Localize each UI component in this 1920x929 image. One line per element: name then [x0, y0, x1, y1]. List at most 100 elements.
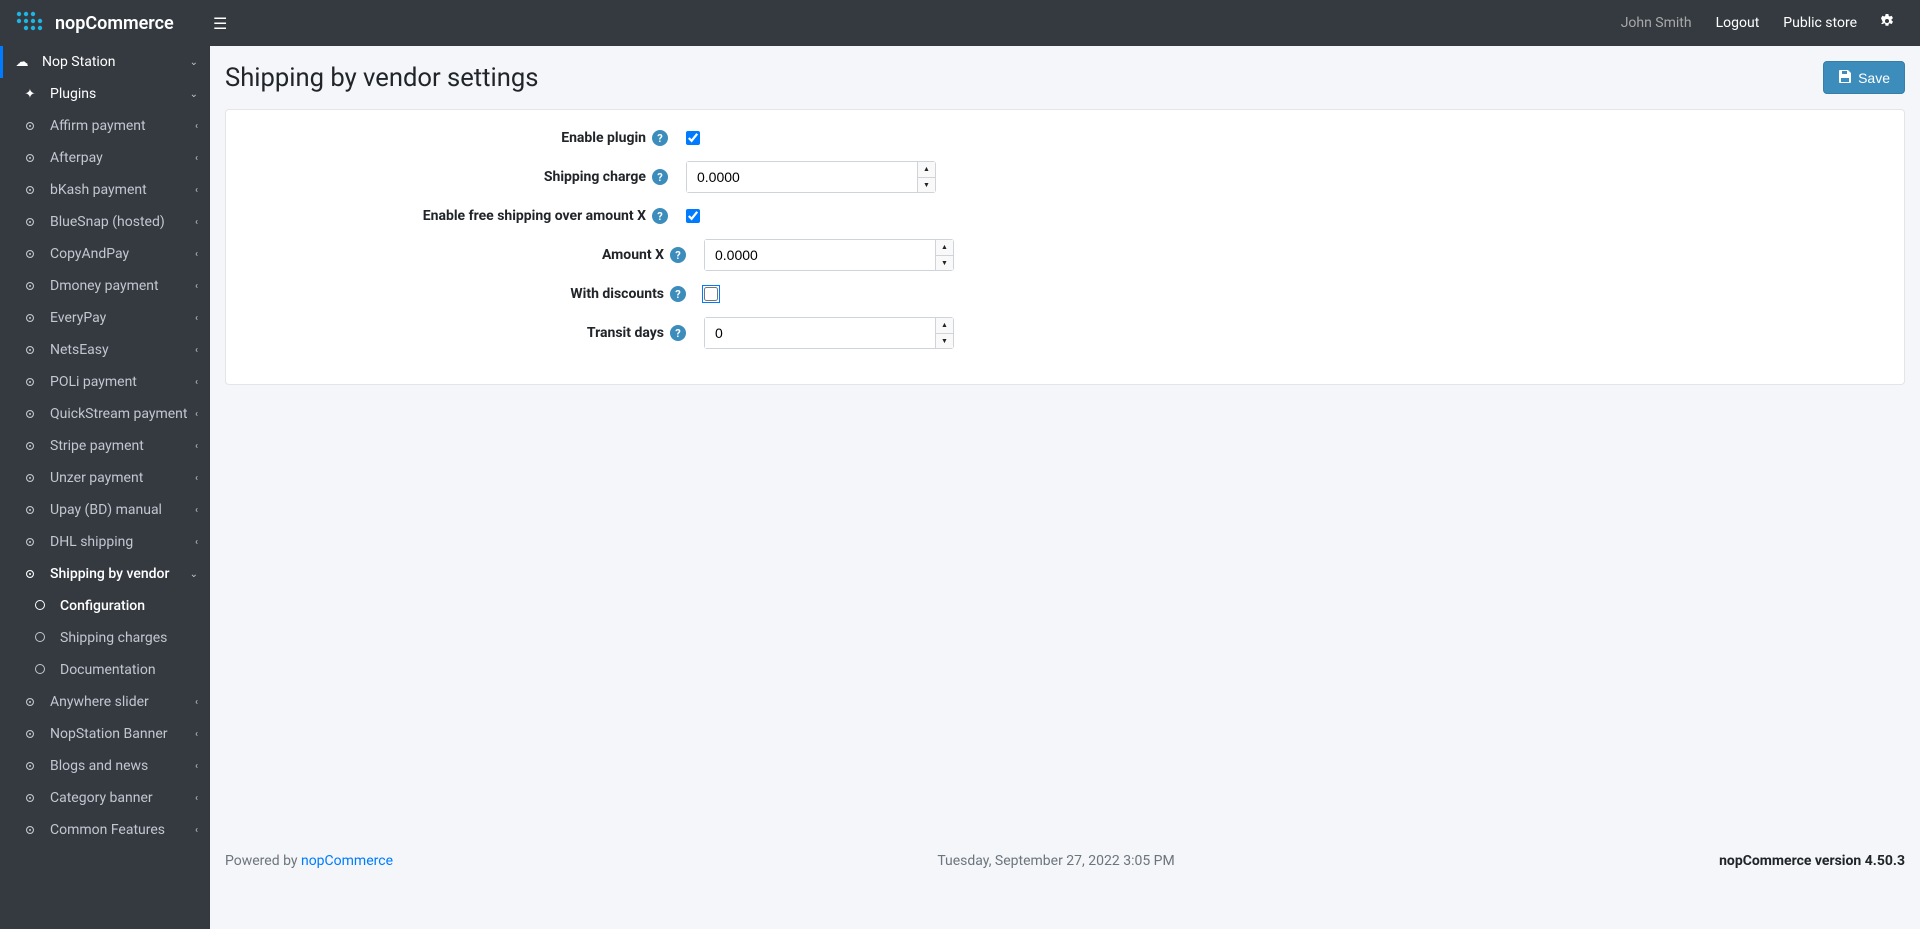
sidebar-item-label: Shipping charges — [60, 630, 198, 646]
sidebar-item-label: Plugins — [50, 86, 190, 102]
sidebar-item-label: Shipping by vendor — [50, 566, 190, 582]
sidebar-plugin-item[interactable]: QuickStream payment‹ — [0, 398, 210, 430]
sidebar-plugin-item[interactable]: Category banner‹ — [0, 782, 210, 814]
sidebar-plugin-item[interactable]: CopyAndPay‹ — [0, 238, 210, 270]
spin-down-icon[interactable]: ▼ — [918, 178, 935, 193]
chevron-left-icon: ‹ — [195, 473, 198, 484]
sidebar-plugin-item[interactable]: Affirm payment‹ — [0, 110, 210, 142]
sidebar-item-label: CopyAndPay — [50, 246, 195, 262]
numeric-shipping-charge: ▲ ▼ — [686, 161, 936, 193]
checkbox-with-discounts[interactable] — [704, 287, 718, 301]
sidebar-plugin-item[interactable]: POLi payment‹ — [0, 366, 210, 398]
input-amount-x[interactable] — [705, 240, 935, 270]
spin-up-icon[interactable]: ▲ — [918, 162, 935, 178]
chevron-left-icon: ‹ — [195, 697, 198, 708]
circle-dot-icon — [20, 727, 40, 742]
sidebar-plugin-item[interactable]: NetsEasy‹ — [0, 334, 210, 366]
chevron-left-icon: ‹ — [195, 793, 198, 804]
save-button[interactable]: Save — [1823, 61, 1905, 94]
circle-dot-icon — [20, 535, 40, 550]
settings-icon[interactable] — [1869, 13, 1905, 33]
label-with-discounts: With discounts — [570, 286, 664, 302]
user-name: John Smith — [1609, 15, 1704, 31]
help-icon[interactable]: ? — [670, 286, 686, 302]
sidebar-item-label: Anywhere slider — [50, 694, 195, 710]
nopcommerce-link[interactable]: nopCommerce — [301, 853, 393, 869]
field-enable-free-shipping: Enable free shipping over amount X ? — [246, 208, 1884, 224]
chevron-left-icon: ‹ — [195, 441, 198, 452]
circle-icon — [30, 663, 50, 678]
circle-dot-icon — [20, 215, 40, 230]
sidebar-item-shipping-by-vendor[interactable]: Shipping by vendor ⌄ — [0, 558, 210, 590]
public-store-link[interactable]: Public store — [1771, 15, 1869, 31]
sidebar: ☁ Nop Station ⌄ ✦ Plugins ⌄ Affirm payme… — [0, 46, 210, 929]
chevron-left-icon: ‹ — [195, 313, 198, 324]
checkbox-enable-plugin[interactable] — [686, 131, 700, 145]
circle-dot-icon — [20, 503, 40, 518]
sidebar-sub-item[interactable]: Configuration — [0, 590, 210, 622]
help-icon[interactable]: ? — [652, 130, 668, 146]
sidebar-item-label: Nop Station — [42, 54, 190, 70]
help-icon[interactable]: ? — [652, 169, 668, 185]
spin-up-icon[interactable]: ▲ — [936, 240, 953, 256]
sidebar-plugin-item[interactable]: EveryPay‹ — [0, 302, 210, 334]
help-icon[interactable]: ? — [670, 247, 686, 263]
sidebar-item-nopstation[interactable]: ☁ Nop Station ⌄ — [0, 46, 210, 78]
sidebar-item-label: BlueSnap (hosted) — [50, 214, 195, 230]
chevron-left-icon: ‹ — [195, 505, 198, 516]
help-icon[interactable]: ? — [670, 325, 686, 341]
footer: Powered by nopCommerce Tuesday, Septembe… — [225, 838, 1905, 869]
chevron-left-icon: ‹ — [195, 729, 198, 740]
label-enable-free-shipping: Enable free shipping over amount X — [423, 208, 646, 224]
sidebar-plugin-item[interactable]: BlueSnap (hosted)‹ — [0, 206, 210, 238]
sidebar-sub-item[interactable]: Documentation — [0, 654, 210, 686]
sidebar-item-label: NetsEasy — [50, 342, 195, 358]
field-transit-days: Transit days ? ▲ ▼ — [246, 317, 1884, 349]
sidebar-plugin-item[interactable]: Stripe payment‹ — [0, 430, 210, 462]
sidebar-item-label: DHL shipping — [50, 534, 195, 550]
circle-dot-icon — [20, 183, 40, 198]
input-shipping-charge[interactable] — [687, 162, 917, 192]
sidebar-plugin-item[interactable]: bKash payment‹ — [0, 174, 210, 206]
sidebar-item-label: Dmoney payment — [50, 278, 195, 294]
numeric-transit-days: ▲ ▼ — [704, 317, 954, 349]
sidebar-plugin-item[interactable]: Unzer payment‹ — [0, 462, 210, 494]
brand-text: nopCommerce — [55, 13, 174, 34]
sidebar-plugin-item[interactable]: Blogs and news‹ — [0, 750, 210, 782]
circle-dot-icon — [20, 343, 40, 358]
brand-logo[interactable]: nopCommerce — [15, 10, 205, 37]
sidebar-plugin-item[interactable]: DHL shipping‹ — [0, 526, 210, 558]
label-amount-x: Amount X — [602, 247, 664, 263]
chevron-down-icon: ⌄ — [190, 89, 198, 100]
help-icon[interactable]: ? — [652, 208, 668, 224]
checkbox-enable-free-shipping[interactable] — [686, 209, 700, 223]
menu-toggle-icon[interactable]: ☰ — [205, 14, 235, 33]
sidebar-plugin-item[interactable]: Anywhere slider‹ — [0, 686, 210, 718]
circle-dot-icon — [20, 311, 40, 326]
label-enable-plugin: Enable plugin — [561, 130, 646, 146]
sidebar-item-label: QuickStream payment — [50, 406, 195, 422]
spin-down-icon[interactable]: ▼ — [936, 256, 953, 271]
sidebar-plugin-item[interactable]: Upay (BD) manual‹ — [0, 494, 210, 526]
logo-icon — [15, 10, 49, 37]
circle-dot-icon — [20, 407, 40, 422]
sidebar-sub-item[interactable]: Shipping charges — [0, 622, 210, 654]
input-transit-days[interactable] — [705, 318, 935, 348]
sidebar-plugin-item[interactable]: Common Features‹ — [0, 814, 210, 846]
circle-icon — [30, 631, 50, 646]
spin-down-icon[interactable]: ▼ — [936, 334, 953, 349]
powered-by-text: Powered by — [225, 853, 301, 869]
sidebar-item-label: bKash payment — [50, 182, 195, 198]
footer-datetime: Tuesday, September 27, 2022 3:05 PM — [937, 853, 1174, 869]
chevron-left-icon: ‹ — [195, 409, 198, 420]
sidebar-plugin-item[interactable]: Afterpay‹ — [0, 142, 210, 174]
spin-up-icon[interactable]: ▲ — [936, 318, 953, 334]
sidebar-plugin-item[interactable]: NopStation Banner‹ — [0, 718, 210, 750]
circle-icon — [30, 599, 50, 614]
footer-version: nopCommerce version 4.50.3 — [1719, 853, 1905, 869]
circle-dot-icon — [20, 119, 40, 134]
sidebar-item-label: EveryPay — [50, 310, 195, 326]
sidebar-plugin-item[interactable]: Dmoney payment‹ — [0, 270, 210, 302]
logout-link[interactable]: Logout — [1704, 15, 1772, 31]
sidebar-item-plugins[interactable]: ✦ Plugins ⌄ — [0, 78, 210, 110]
